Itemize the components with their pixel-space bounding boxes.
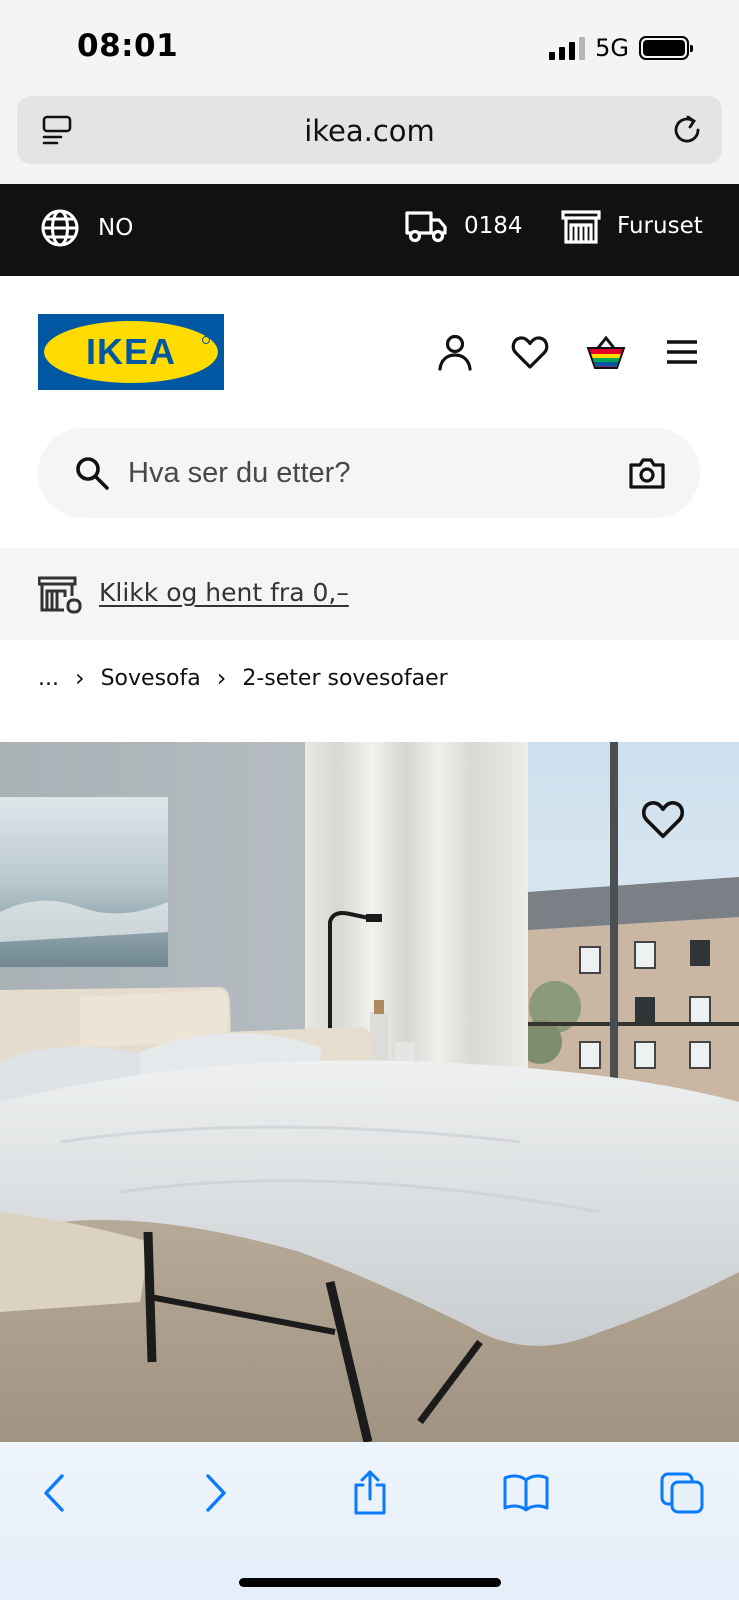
breadcrumb-ellipsis[interactable]: ...: [38, 666, 59, 691]
language-selector[interactable]: NO: [40, 208, 133, 248]
ikea-logo[interactable]: IKEA: [38, 314, 224, 390]
camera-icon[interactable]: [628, 455, 666, 491]
address-bar[interactable]: ikea.com: [17, 96, 722, 164]
store-pickup-icon: [38, 576, 82, 614]
click-and-collect-link[interactable]: Klikk og hent fra 0,–: [99, 578, 349, 607]
truck-icon: [405, 211, 447, 243]
user-icon[interactable]: [435, 332, 475, 372]
store-selector[interactable]: Furuset: [561, 208, 703, 244]
status-bar: 08:01 5G: [0, 0, 739, 96]
basket-icon[interactable]: [586, 332, 626, 372]
forward-icon[interactable]: [190, 1470, 238, 1516]
search-input[interactable]: [128, 428, 608, 518]
postal-code-label: 0184: [464, 213, 523, 239]
url-text[interactable]: ikea.com: [17, 114, 722, 148]
breadcrumb-item-sovesofa[interactable]: Sovesofa: [101, 666, 201, 691]
share-icon[interactable]: [346, 1470, 394, 1516]
network-label: 5G: [595, 34, 629, 62]
bookmarks-icon[interactable]: [502, 1470, 550, 1516]
sofa-bed-photo: [0, 742, 739, 1442]
store-label: Furuset: [617, 213, 703, 239]
chevron-right-icon: ›: [74, 664, 85, 692]
product-image[interactable]: [0, 742, 739, 1442]
favorite-heart-icon[interactable]: [640, 796, 686, 842]
search-icon: [76, 457, 109, 490]
store-icon: [561, 210, 601, 244]
tabs-icon[interactable]: [658, 1470, 706, 1516]
status-time: 08:01: [77, 28, 179, 64]
chevron-right-icon: ›: [216, 664, 227, 692]
cellular-signal-icon: [549, 36, 586, 60]
browser-address-area: ikea.com: [0, 96, 739, 184]
battery-icon: [639, 36, 693, 60]
status-indicators: 5G: [549, 34, 693, 62]
postal-code-selector[interactable]: 0184: [404, 208, 523, 244]
logo-text: IKEA: [86, 331, 176, 372]
heart-icon[interactable]: [510, 332, 550, 372]
back-icon[interactable]: [32, 1470, 80, 1516]
click-and-collect-banner: Klikk og hent fra 0,–: [0, 548, 739, 640]
reload-icon[interactable]: [668, 111, 706, 149]
menu-icon[interactable]: [662, 332, 702, 372]
locale-bar: NO 0184 Furuset: [0, 184, 739, 276]
globe-icon: [41, 209, 79, 247]
language-label: NO: [98, 215, 134, 241]
search-box[interactable]: [38, 428, 700, 518]
browser-toolbar: [0, 1442, 739, 1600]
breadcrumb: ... › Sovesofa › 2-seter sovesofaer: [38, 664, 448, 692]
site-header: IKEA: [0, 276, 739, 548]
breadcrumb-item-2-seter[interactable]: 2-seter sovesofaer: [242, 666, 447, 691]
home-indicator: [239, 1578, 501, 1587]
